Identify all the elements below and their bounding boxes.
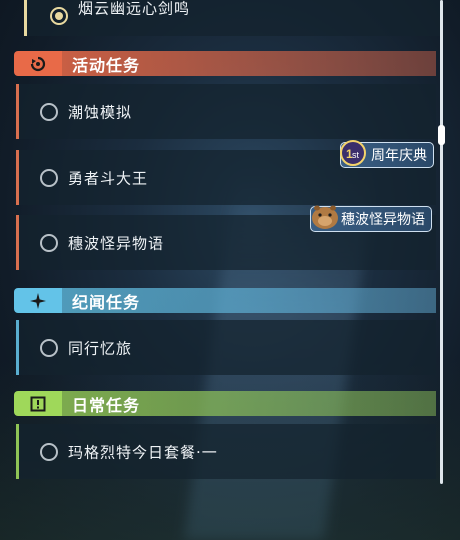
section-header-activity: 活动任务 xyxy=(14,51,436,76)
quest-row[interactable]: 玛格烈特今日套餐·一 xyxy=(16,424,436,479)
capybara-mascot-icon xyxy=(312,205,338,229)
event-tag-label: 穗波怪异物语 xyxy=(341,212,425,228)
quest-radio[interactable] xyxy=(40,442,58,461)
quest-radio[interactable] xyxy=(40,168,58,187)
quest-row[interactable]: 潮蚀模拟 xyxy=(16,84,436,139)
section-header-chronicle: 纪闻任务 xyxy=(14,288,436,313)
star-icon xyxy=(30,292,46,309)
section-title: 活动任务 xyxy=(72,55,141,75)
event-tag-label: 周年庆典 xyxy=(371,148,427,164)
quest-radio-selected[interactable] xyxy=(50,7,68,25)
quest-accent-bar xyxy=(16,320,19,375)
quest-radio[interactable] xyxy=(40,338,58,357)
quest-row-top[interactable]: 烟云幽远心剑鸣 xyxy=(24,0,440,36)
svg-text:st: st xyxy=(352,150,360,160)
section-title: 日常任务 xyxy=(72,395,141,415)
daily-badge xyxy=(14,391,62,416)
scrollbar-thumb[interactable] xyxy=(438,125,445,145)
section-header-daily: 日常任务 xyxy=(14,391,436,416)
quest-radio[interactable] xyxy=(40,102,58,121)
quest-accent-bar xyxy=(16,84,19,139)
exclamation-icon xyxy=(30,396,46,411)
quest-accent-bar xyxy=(16,215,19,270)
section-title: 纪闻任务 xyxy=(72,292,141,312)
quest-radio[interactable] xyxy=(40,233,58,252)
event-tag-homura[interactable]: 穗波怪异物语 xyxy=(310,205,432,232)
anniversary-1st-icon: 1 st xyxy=(340,140,366,166)
quest-accent-bar xyxy=(16,150,19,205)
chronicle-badge xyxy=(14,288,62,313)
quest-label: 潮蚀模拟 xyxy=(68,103,133,121)
quest-accent-bar xyxy=(16,424,19,479)
quest-accent-bar xyxy=(24,0,27,36)
quest-row[interactable]: 同行忆旅 xyxy=(16,320,436,375)
event-tag-anniversary[interactable]: 1 st 周年庆典 xyxy=(340,140,434,168)
quest-label: 穗波怪异物语 xyxy=(68,234,165,252)
quest-label: 同行忆旅 xyxy=(68,339,133,357)
quest-label: 烟云幽远心剑鸣 xyxy=(78,0,191,18)
activity-badge xyxy=(14,51,62,76)
quest-label: 勇者斗大王 xyxy=(68,169,149,187)
scrollbar-track[interactable] xyxy=(440,0,443,484)
quest-label: 玛格烈特今日套餐·一 xyxy=(68,443,218,461)
swirl-icon xyxy=(30,56,46,71)
